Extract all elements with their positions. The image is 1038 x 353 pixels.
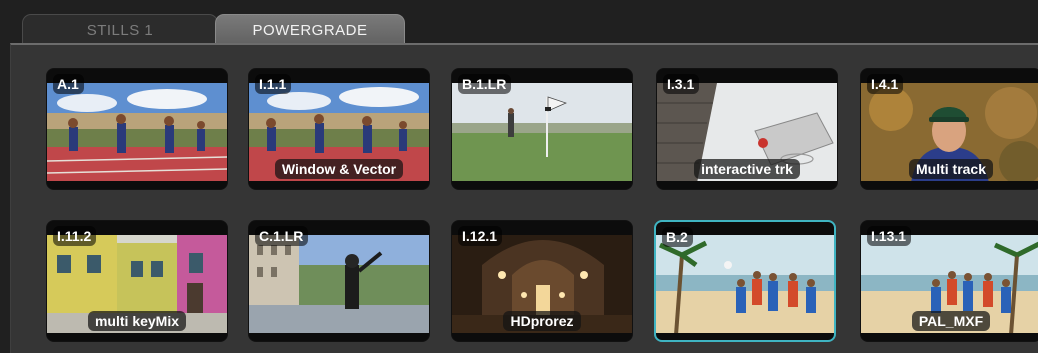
still-thumbnail[interactable]: A.1 [46, 68, 228, 190]
still-label: HDprorez [452, 311, 632, 331]
still-label: Window & Vector [249, 159, 429, 179]
still-id: B.1.LR [458, 74, 512, 94]
gallery-window: STILLS 1 POWERGRADE A.1 I.1.1 Window & V… [0, 0, 1038, 353]
golf-green-icon [452, 83, 632, 181]
still-label: PAL_MXF [861, 311, 1038, 331]
still-thumbnail[interactable]: I.11.2 multi keyMix [46, 220, 228, 342]
still-thumbnail[interactable]: I.1.1 Window & Vector [248, 68, 430, 190]
runners-track-icon [47, 83, 227, 181]
gallery-tab-bar: STILLS 1 POWERGRADE [8, 14, 1038, 44]
still-label: interactive trk [657, 159, 837, 179]
still-id: I.11.2 [53, 226, 97, 246]
still-label: Multi track [861, 159, 1038, 179]
still-thumbnail[interactable]: C.1.LR [248, 220, 430, 342]
still-thumbnail-selected[interactable]: B.2 [654, 220, 836, 342]
still-id: C.1.LR [255, 226, 309, 246]
stills-grid: A.1 I.1.1 Window & Vector B.1.LR I.3.1 i… [10, 43, 1038, 353]
still-id: I.13.1 [867, 226, 912, 246]
still-id: I.4.1 [867, 74, 904, 94]
still-thumbnail[interactable]: I.13.1 PAL_MXF [860, 220, 1038, 342]
still-thumbnail[interactable]: I.3.1 interactive trk [656, 68, 838, 190]
still-thumbnail[interactable]: I.4.1 Multi track [860, 68, 1038, 190]
still-thumbnail[interactable]: I.12.1 HDprorez [451, 220, 633, 342]
still-id: A.1 [53, 74, 84, 94]
tab-powergrade[interactable]: POWERGRADE [215, 14, 405, 44]
still-id: I.3.1 [663, 74, 700, 94]
still-id: B.2 [662, 227, 693, 247]
tab-stills-1[interactable]: STILLS 1 [22, 14, 218, 44]
still-id: I.12.1 [458, 226, 503, 246]
still-id: I.1.1 [255, 74, 292, 94]
still-label: multi keyMix [47, 311, 227, 331]
plaza-skater-icon [249, 235, 429, 333]
beach-volleyball-icon [656, 235, 834, 333]
still-thumbnail[interactable]: B.1.LR [451, 68, 633, 190]
